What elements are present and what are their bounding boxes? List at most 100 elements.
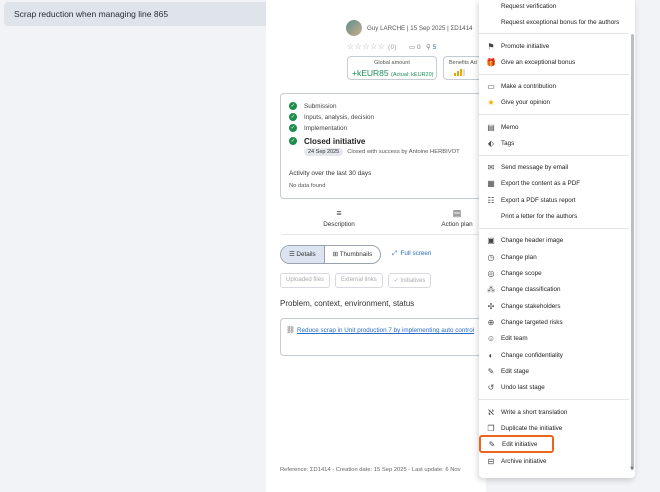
tag-icon: ⬖ [487,138,495,148]
menu-item-change-classification[interactable]: ⁂ Change classification [479,281,629,297]
details-button[interactable]: ☰ Details [281,246,325,263]
menu-item-email[interactable]: ✉ Send message by email [479,159,629,175]
archive-icon: ⊟ [487,456,495,466]
menu-divider [479,114,629,115]
flag-icon: ⚑ [487,41,495,51]
menu-item-change-risks[interactable]: ⊕ Change targeted risks [479,314,629,330]
grid-icon: ⊞ [332,251,340,258]
tab-description[interactable]: ≡ Description [318,208,360,228]
rating-count: (0) [388,45,397,51]
menu-item-edit-team[interactable]: ☺ Edit team [479,330,629,346]
undo-icon: ↺ [487,382,495,392]
clipboard-icon: ▤ [452,208,462,218]
menu-item-export-pdf[interactable]: ▦ Export the content as a PDF [479,175,629,191]
menu-item-contribution[interactable]: ▭ Make a contribution [479,78,629,94]
link-icon: ⛓ [286,327,295,334]
memo-icon: ▤ [487,122,495,132]
menu-item-tags[interactable]: ⬖ Tags [479,135,629,151]
closed-note: 24 Sep 2025 Closed with success by Antoi… [304,148,460,156]
check-icon: ✓ [289,102,297,110]
filter-initiatives[interactable]: ✓ Initiatives [387,273,432,288]
menu-item-memo[interactable]: ▤ Memo [479,119,629,135]
comment-count: 0 [416,44,421,51]
tab-action-plan[interactable]: ▤ Action plan [436,208,478,228]
menu-item-request-verification[interactable]: Request verification [479,0,629,14]
menu-item-request-bonus[interactable]: Request exceptional bonus for the author… [479,14,629,30]
menu-item-print-letter[interactable]: Print a letter for the authors [479,208,629,224]
benefits-card[interactable]: Benefits Ad [443,56,483,80]
mail-icon: ✉ [487,162,495,172]
menu-item-header-image[interactable]: ▣ Change header image [479,232,629,248]
link-count[interactable]: 5 [433,44,437,51]
link-icon[interactable]: ⚲ [426,44,431,51]
meta-counters: ▭ 0 ⚲ 5 [409,43,436,51]
duplicate-icon: ❐ [487,423,495,433]
activity-title: Activity over the last 30 days [289,170,372,177]
menu-item-opinion[interactable]: ★ Give your opinion [479,94,629,110]
activity-empty: No data found [289,183,326,189]
list-icon: ☰ [289,251,297,258]
description-icon: ≡ [336,208,342,218]
check-icon: ✓ [289,137,297,145]
author-info: Guy LARCHE | 15 Sep 2025 | ΣD1414 [367,25,473,32]
menu-item-status-report[interactable]: ☷ Export a PDF status report [479,192,629,208]
comment-icon[interactable]: ▭ [409,44,415,51]
team-icon: ☺ [486,333,496,343]
classification-icon: ⁂ [487,284,495,294]
image-icon: ▣ [487,235,495,245]
confidentiality-icon: ◐ [488,350,494,360]
tabs-divider [282,234,482,235]
stage-inputs: ✓ Inputs, analysis, decision [289,113,375,121]
global-amount-label: Global amount [374,60,410,66]
risks-icon: ⊕ [487,317,495,327]
menu-divider [479,399,629,400]
check-icon: ✓ [289,113,297,121]
menu-scrollbar[interactable] [631,34,634,470]
menu-divider [479,74,629,75]
linked-initiative-card: ⛓ Reduce scrap in Unit production 7 by i… [280,318,484,356]
menu-divider [479,228,629,229]
benefits-label: Benefits [449,60,469,66]
filter-uploaded-files[interactable]: Uploaded files [280,273,331,288]
thumbnails-button[interactable]: ⊞ Thumbnails [325,246,381,263]
global-amount-value: +kEUR85 (Actual: kEUR20) [352,68,434,78]
chevron-down-icon[interactable]: ▼ [629,466,635,472]
global-amount-card[interactable]: Global amount +kEUR85 (Actual: kEUR20) [347,56,437,80]
footer-reference: Reference: ΣD1414 - Creation date: 15 Se… [280,467,461,473]
author-ref: ΣD1414 [450,25,473,32]
menu-item-edit-initiative[interactable]: ✎ Edit initiative [479,435,554,453]
fullscreen-button[interactable]: ⤢ Full screen [392,250,431,258]
star-icon: ★ [487,97,495,107]
actions-menu: Request verification Request exceptional… [479,0,635,478]
menu-item-archive[interactable]: ⊟ Archive initiative [479,453,629,469]
star-icon[interactable]: ☆☆☆☆☆ [347,42,385,51]
author-date: 15 Sep 2025 [410,25,446,32]
menu-item-duplicate[interactable]: ❐ Duplicate the initiative [479,420,629,436]
comment-icon: ▭ [487,81,495,91]
stage-closed: ✓ Closed initiative [289,136,366,146]
author-name[interactable]: Guy LARCHE [367,25,405,32]
gift-icon: 🎁 [486,57,496,67]
rating-stars[interactable]: ☆☆☆☆☆ (0) [347,42,397,51]
menu-item-change-plan[interactable]: ◷ Change plan [479,249,629,265]
menu-item-change-scope[interactable]: ◎ Change scope [479,265,629,281]
menu-item-undo-stage[interactable]: ↺ Undo last stage [479,379,629,395]
menu-item-give-bonus[interactable]: 🎁 Give an exceptional bonus [479,54,629,70]
stakeholders-icon: ✣ [487,301,495,311]
menu-item-change-stakeholders[interactable]: ✣ Change stakeholders [479,298,629,314]
author-row: Guy LARCHE | 15 Sep 2025 | ΣD1414 [346,20,496,36]
section-title: Problem, context, environment, status [280,299,415,308]
benefits-bars-icon [454,69,465,76]
menu-item-promote[interactable]: ⚑ Promote initiative [479,38,629,54]
linked-initiative-link[interactable]: Reduce scrap in Unit production 7 by imp… [297,326,477,335]
report-icon: ☷ [487,195,495,205]
menu-item-translation[interactable]: ℵ Write a short translation [479,404,629,420]
menu-item-change-confidentiality[interactable]: ◐ Change confidentiality [479,347,629,363]
filter-chips: Uploaded files External links ✓ Initiati… [280,273,432,288]
menu-divider [479,33,629,34]
avatar[interactable] [346,20,362,36]
filter-external-links[interactable]: External links [335,273,383,288]
menu-item-edit-stage[interactable]: ✎ Edit stage [479,363,629,379]
pencil-icon: ✎ [488,439,496,449]
plan-icon: ◷ [487,252,495,262]
